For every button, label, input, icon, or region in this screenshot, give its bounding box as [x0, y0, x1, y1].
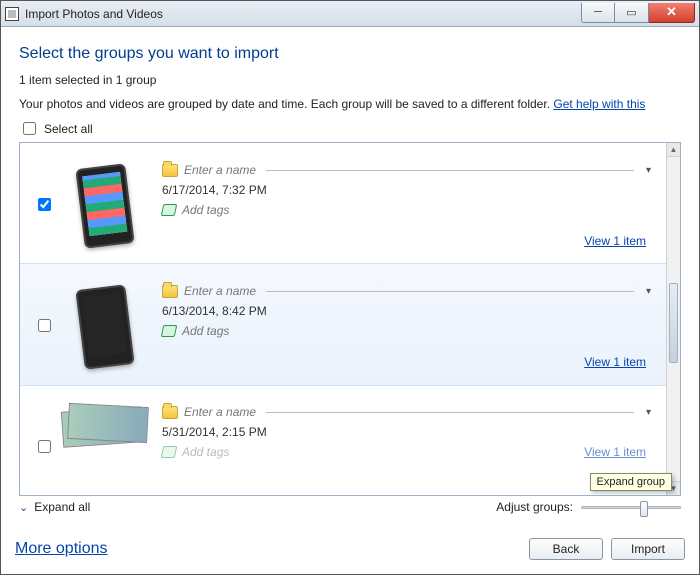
close-button[interactable]: ✕ [649, 3, 695, 23]
group-name-row[interactable]: Enter a name ▾ [162, 405, 652, 419]
chevron-down-icon[interactable]: ▾ [640, 407, 652, 418]
selection-summary: 1 item selected in 1 group [19, 73, 681, 87]
scrollbar[interactable]: ▲ ▼ [666, 143, 680, 495]
expand-group-tooltip: Expand group [590, 473, 673, 491]
group-thumbnail [60, 163, 150, 248]
folder-icon [162, 406, 178, 419]
minimize-button[interactable]: ─ [581, 3, 615, 23]
group-thumbnail: 20:42 [60, 284, 150, 369]
group-tags-input[interactable]: Add tags [182, 445, 229, 459]
chevron-down-icon[interactable]: ▾ [640, 286, 652, 297]
help-link[interactable]: Get help with this [553, 97, 645, 111]
group-row[interactable]: Enter a name ▾ 6/17/2014, 7:32 PM Add ta… [20, 143, 666, 264]
photo-stack-icon [60, 405, 150, 445]
page-title: Select the groups you want to import [19, 45, 681, 63]
group-name-input[interactable]: Enter a name [184, 163, 256, 177]
scroll-up-icon[interactable]: ▲ [667, 143, 680, 157]
group-tags-input[interactable]: Add tags [182, 203, 229, 217]
group-thumbnail [60, 405, 150, 445]
phone-icon [75, 163, 134, 248]
folder-icon [162, 164, 178, 177]
adjust-groups: Adjust groups: [496, 500, 681, 514]
group-name-input[interactable]: Enter a name [184, 405, 256, 419]
adjust-groups-slider[interactable] [581, 506, 681, 509]
dialog-footer: More options Back Import [1, 530, 699, 574]
import-button[interactable]: Import [611, 538, 685, 560]
group-checkbox[interactable] [38, 319, 51, 332]
group-checkbox[interactable] [38, 440, 51, 453]
scroll-thumb[interactable] [669, 283, 678, 363]
list-footer: ⌄ Expand all Adjust groups: [19, 496, 681, 520]
phone-icon: 20:42 [75, 284, 134, 369]
select-all-label: Select all [44, 122, 93, 136]
view-items-link[interactable]: View 1 item [584, 445, 646, 459]
app-icon [5, 7, 19, 21]
tag-icon [161, 325, 178, 337]
folder-icon [162, 285, 178, 298]
groups-list: Enter a name ▾ 6/17/2014, 7:32 PM Add ta… [19, 142, 681, 496]
view-items-link[interactable]: View 1 item [584, 234, 646, 248]
window-buttons: ─ ▭ ✕ [581, 5, 695, 23]
back-button[interactable]: Back [529, 538, 603, 560]
select-all-row[interactable]: Select all [19, 119, 681, 138]
content-area: Select the groups you want to import 1 i… [1, 27, 699, 530]
chevron-down-icon[interactable]: ▾ [640, 165, 652, 176]
window-title: Import Photos and Videos [25, 7, 163, 21]
slider-knob[interactable] [640, 501, 648, 517]
group-checkbox[interactable] [38, 198, 51, 211]
group-datetime: 6/17/2014, 7:32 PM [162, 183, 652, 197]
select-all-checkbox[interactable] [23, 122, 36, 135]
expand-all-button[interactable]: ⌄ Expand all [19, 500, 90, 514]
tag-icon [161, 446, 178, 458]
group-datetime: 6/13/2014, 8:42 PM [162, 304, 652, 318]
group-tags-row[interactable]: Add tags [162, 324, 652, 338]
group-tags-row[interactable]: Add tags [162, 445, 652, 459]
group-row[interactable]: 20:42 Enter a name ▾ 6/13/2014, 8:42 PM [20, 263, 666, 386]
chevron-down-icon: ⌄ [19, 501, 28, 514]
title-bar: Import Photos and Videos ─ ▭ ✕ [1, 1, 699, 27]
group-tags-input[interactable]: Add tags [182, 324, 229, 338]
group-name-input[interactable]: Enter a name [184, 284, 256, 298]
adjust-groups-label: Adjust groups: [496, 500, 573, 514]
more-options-link[interactable]: More options [15, 540, 108, 558]
group-tags-row[interactable]: Add tags [162, 203, 652, 217]
group-row[interactable]: Enter a name ▾ 5/31/2014, 2:15 PM Add ta… [20, 385, 666, 459]
group-name-row[interactable]: Enter a name ▾ [162, 163, 652, 177]
tag-icon [161, 204, 178, 216]
maximize-button[interactable]: ▭ [615, 3, 649, 23]
group-datetime: 5/31/2014, 2:15 PM [162, 425, 652, 439]
explanation-text: Your photos and videos are grouped by da… [19, 97, 681, 111]
group-name-row[interactable]: Enter a name ▾ [162, 284, 652, 298]
import-window: Import Photos and Videos ─ ▭ ✕ Select th… [0, 0, 700, 575]
view-items-link[interactable]: View 1 item [584, 355, 646, 369]
